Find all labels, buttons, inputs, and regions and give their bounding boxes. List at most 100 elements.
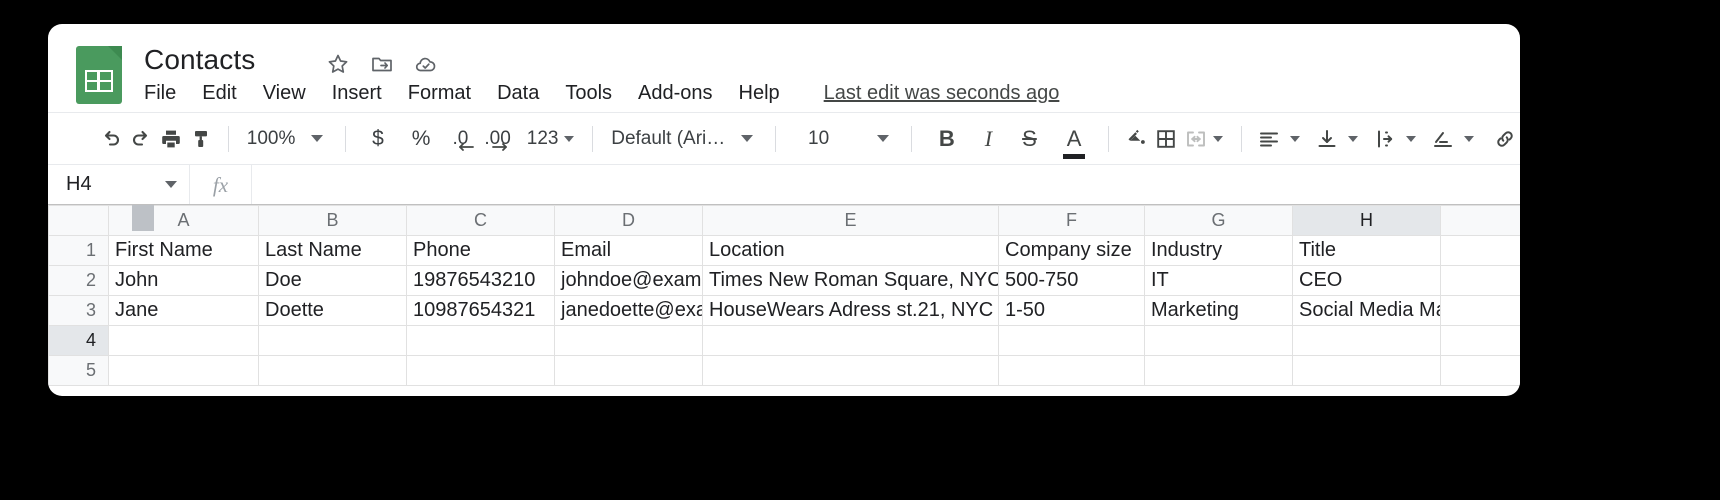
fill-color-icon[interactable] (1121, 121, 1151, 157)
increase-decimal-button[interactable]: .00 (476, 121, 518, 157)
cell-b1[interactable]: Last Name (258, 235, 407, 266)
menu-item-insert[interactable]: Insert (332, 82, 382, 105)
strikethrough-button[interactable]: S (1007, 121, 1052, 157)
cell-g2[interactable]: IT (1144, 265, 1293, 296)
cell-d3[interactable]: janedoette@example.com (554, 295, 703, 326)
cell-c4[interactable] (406, 325, 555, 356)
text-wrapping-icon[interactable] (1370, 121, 1400, 157)
more-formats-button[interactable]: 123 (527, 121, 581, 157)
chevron-down-icon[interactable] (1289, 135, 1300, 142)
menu-item-help[interactable]: Help (739, 82, 780, 105)
document-title[interactable]: Contacts (144, 44, 255, 76)
cell-h1[interactable]: Title (1292, 235, 1441, 266)
chevron-down-icon[interactable] (741, 135, 754, 142)
cell-d4[interactable] (554, 325, 703, 356)
percent-format-button[interactable]: % (398, 121, 445, 157)
zoom-control[interactable]: 100% (241, 121, 334, 157)
cell-b5[interactable] (258, 355, 407, 386)
column-header-b[interactable]: B (258, 205, 407, 236)
menu-item-format[interactable]: Format (408, 82, 471, 105)
cell-extra5[interactable] (1440, 355, 1520, 386)
chevron-down-icon[interactable] (1463, 135, 1474, 142)
cell-a5[interactable] (108, 355, 259, 386)
chevron-down-icon[interactable] (311, 135, 324, 142)
cell-e3[interactable]: HouseWears Adress st.21, NYC (702, 295, 999, 326)
cell-a1[interactable]: First Name (108, 235, 259, 266)
select-all-triangle[interactable] (132, 205, 154, 231)
cloud-saved-icon[interactable] (414, 52, 438, 76)
chevron-down-icon[interactable] (1347, 135, 1358, 142)
cell-b3[interactable]: Doette (258, 295, 407, 326)
bold-button[interactable]: B (924, 121, 970, 157)
font-family-select[interactable]: Default (Ari… (605, 121, 763, 157)
move-to-folder-icon[interactable] (370, 52, 394, 76)
cell-f5[interactable] (998, 355, 1145, 386)
cell-h4-selected[interactable] (1292, 325, 1441, 356)
cell-e2[interactable]: Times New Roman Square, NYC (702, 265, 999, 296)
column-header-f[interactable]: F (998, 205, 1145, 236)
cell-d1[interactable]: Email (554, 235, 703, 266)
cell-extra3[interactable] (1440, 295, 1520, 326)
row-header-5[interactable]: 5 (48, 355, 109, 386)
cell-g4[interactable] (1144, 325, 1293, 356)
row-header-2[interactable]: 2 (48, 265, 109, 296)
cell-c5[interactable] (406, 355, 555, 386)
horizontal-align-icon[interactable] (1254, 121, 1284, 157)
cell-extra2[interactable] (1440, 265, 1520, 296)
cell-e5[interactable] (702, 355, 999, 386)
select-all-corner[interactable] (48, 205, 109, 236)
column-header-g[interactable]: G (1144, 205, 1293, 236)
column-header-h[interactable]: H (1292, 205, 1441, 236)
cell-e4[interactable] (702, 325, 999, 356)
cell-f1[interactable]: Company size (998, 235, 1145, 266)
cell-extra4[interactable] (1440, 325, 1520, 356)
cell-g1[interactable]: Industry (1144, 235, 1293, 266)
cell-h5[interactable] (1292, 355, 1441, 386)
cell-f4[interactable] (998, 325, 1145, 356)
name-box[interactable]: H4 (48, 164, 190, 205)
row-header-4[interactable]: 4 (48, 325, 109, 356)
formula-input[interactable] (252, 165, 1520, 205)
print-icon[interactable] (156, 121, 186, 157)
chevron-down-icon[interactable] (877, 135, 890, 142)
cell-g5[interactable] (1144, 355, 1293, 386)
cell-f2[interactable]: 500-750 (998, 265, 1145, 296)
cell-b2[interactable]: Doe (258, 265, 407, 296)
borders-icon[interactable] (1151, 121, 1181, 157)
vertical-align-icon[interactable] (1312, 121, 1342, 157)
cell-a3[interactable]: Jane (108, 295, 259, 326)
star-icon[interactable] (326, 52, 350, 76)
italic-button[interactable]: I (970, 121, 1007, 157)
cell-h3[interactable]: Social Media Manager (1292, 295, 1441, 326)
last-edit-status[interactable]: Last edit was seconds ago (824, 82, 1060, 105)
menu-item-edit[interactable]: Edit (202, 82, 236, 105)
column-header-d[interactable]: D (554, 205, 703, 236)
chevron-down-icon[interactable] (1405, 135, 1416, 142)
chevron-down-icon[interactable] (564, 135, 575, 142)
cell-g3[interactable]: Marketing (1144, 295, 1293, 326)
cell-b4[interactable] (258, 325, 407, 356)
row-header-3[interactable]: 3 (48, 295, 109, 326)
chevron-down-icon[interactable] (1213, 135, 1224, 142)
cell-d5[interactable] (554, 355, 703, 386)
cell-a4[interactable] (108, 325, 259, 356)
menu-item-file[interactable]: File (144, 82, 176, 105)
cell-d2[interactable]: johndoe@example.com (554, 265, 703, 296)
link-icon[interactable] (1490, 121, 1520, 157)
column-header-a[interactable]: A (108, 205, 259, 236)
column-header-c[interactable]: C (406, 205, 555, 236)
cell-f3[interactable]: 1-50 (998, 295, 1145, 326)
font-size-select[interactable]: 10 (802, 121, 899, 157)
cell-c1[interactable]: Phone (406, 235, 555, 266)
undo-icon[interactable] (96, 121, 126, 157)
menu-item-view[interactable]: View (263, 82, 306, 105)
decrease-decimal-button[interactable]: .0 (444, 121, 476, 157)
cell-e1[interactable]: Location (702, 235, 999, 266)
menu-item-tools[interactable]: Tools (565, 82, 612, 105)
text-color-button[interactable]: A (1052, 121, 1097, 159)
cell-h2[interactable]: CEO (1292, 265, 1441, 296)
row-header-1[interactable]: 1 (48, 235, 109, 266)
redo-icon[interactable] (126, 121, 156, 157)
column-header-extra[interactable] (1440, 205, 1520, 236)
text-rotation-icon[interactable] (1428, 121, 1458, 157)
